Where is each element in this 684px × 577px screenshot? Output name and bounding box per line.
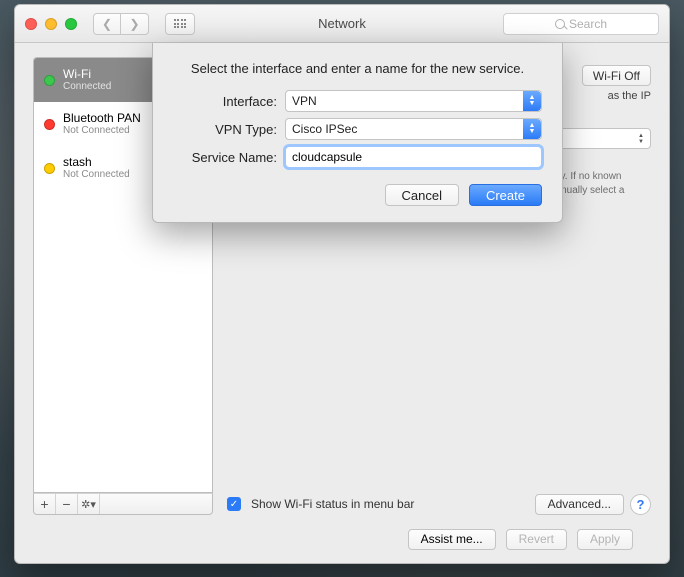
status-dot-icon bbox=[44, 163, 55, 174]
new-service-sheet: Select the interface and enter a name fo… bbox=[152, 43, 563, 223]
add-service-button[interactable]: + bbox=[34, 494, 56, 514]
service-name-input[interactable] bbox=[285, 146, 542, 168]
chevron-updown-icon: ▲▼ bbox=[523, 91, 541, 111]
service-name: Wi-Fi bbox=[63, 67, 111, 81]
back-button[interactable]: ❮ bbox=[93, 13, 121, 35]
wifi-toggle-button[interactable]: Wi-Fi Off bbox=[582, 65, 651, 86]
sidebar-footer: + − ✲▾ bbox=[33, 493, 213, 515]
service-name: Bluetooth PAN bbox=[63, 111, 141, 125]
detail-bottom-bar: ✓ Show Wi-Fi status in menu bar Advanced… bbox=[227, 493, 651, 515]
chevron-updown-icon: ▲▼ bbox=[633, 130, 649, 147]
assist-me-button[interactable]: Assist me... bbox=[408, 529, 496, 550]
footer-bar: Assist me... Revert Apply bbox=[33, 515, 651, 563]
zoom-icon[interactable] bbox=[65, 18, 77, 30]
search-placeholder: Search bbox=[569, 17, 607, 31]
help-button[interactable]: ? bbox=[630, 494, 651, 515]
sheet-prompt: Select the interface and enter a name fo… bbox=[173, 61, 542, 76]
status-dot-icon bbox=[44, 119, 55, 130]
show-status-checkbox[interactable]: ✓ bbox=[227, 497, 241, 511]
network-preferences-window: ❮ ❯ Network Search Wi-Fi Connected bbox=[14, 4, 670, 564]
service-status: Not Connected bbox=[63, 125, 141, 137]
grid-icon bbox=[174, 19, 187, 28]
close-icon[interactable] bbox=[25, 18, 37, 30]
window-title: Network bbox=[318, 16, 366, 31]
nav-buttons: ❮ ❯ bbox=[93, 13, 149, 35]
forward-button[interactable]: ❯ bbox=[121, 13, 149, 35]
apply-button[interactable]: Apply bbox=[577, 529, 633, 550]
interface-label: Interface: bbox=[173, 94, 277, 109]
vpn-type-value: Cisco IPSec bbox=[292, 122, 357, 136]
interface-select[interactable]: VPN ▲▼ bbox=[285, 90, 542, 112]
show-status-label: Show Wi-Fi status in menu bar bbox=[251, 497, 529, 511]
traffic-lights bbox=[25, 18, 77, 30]
vpn-type-select[interactable]: Cisco IPSec ▲▼ bbox=[285, 118, 542, 140]
titlebar: ❮ ❯ Network Search bbox=[15, 5, 669, 43]
minimize-icon[interactable] bbox=[45, 18, 57, 30]
advanced-button[interactable]: Advanced... bbox=[535, 494, 624, 515]
interface-value: VPN bbox=[292, 94, 317, 108]
vpn-type-label: VPN Type: bbox=[173, 122, 277, 137]
service-name-label: Service Name: bbox=[173, 150, 277, 165]
revert-button[interactable]: Revert bbox=[506, 529, 567, 550]
service-name: stash bbox=[63, 155, 130, 169]
service-status: Connected bbox=[63, 81, 111, 93]
status-dot-icon bbox=[44, 75, 55, 86]
cancel-button[interactable]: Cancel bbox=[385, 184, 459, 206]
remove-service-button[interactable]: − bbox=[56, 494, 78, 514]
chevron-updown-icon: ▲▼ bbox=[523, 119, 541, 139]
service-status: Not Connected bbox=[63, 169, 130, 181]
create-button[interactable]: Create bbox=[469, 184, 542, 206]
search-icon bbox=[555, 19, 565, 29]
search-input[interactable]: Search bbox=[503, 13, 659, 35]
show-all-button[interactable] bbox=[165, 13, 195, 35]
service-actions-button[interactable]: ✲▾ bbox=[78, 494, 100, 514]
gear-icon: ✲▾ bbox=[81, 498, 96, 511]
